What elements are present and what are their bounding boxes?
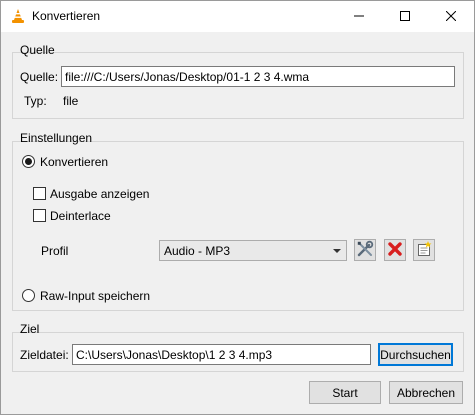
deinterlace-label[interactable]: Deinterlace xyxy=(50,209,111,223)
profile-select-value: Audio - MP3 xyxy=(164,244,231,258)
close-icon xyxy=(445,10,457,24)
destination-file-input[interactable]: C:\Users\Jonas\Desktop\1 2 3 4.mp3 xyxy=(72,344,371,365)
raw-input-label[interactable]: Raw-Input speichern xyxy=(40,289,150,303)
chevron-down-icon xyxy=(333,249,341,253)
delete-profile-button[interactable] xyxy=(384,239,406,261)
wrench-screwdriver-icon xyxy=(356,240,374,261)
title-bar: Konvertieren xyxy=(1,1,474,32)
convert-radio[interactable] xyxy=(22,155,35,168)
browse-button[interactable]: Durchsuchen xyxy=(378,343,453,366)
show-output-label[interactable]: Ausgabe anzeigen xyxy=(50,187,149,201)
minimize-button[interactable] xyxy=(336,1,382,32)
vlc-cone-icon xyxy=(10,8,26,24)
minimize-icon xyxy=(354,10,364,24)
maximize-icon xyxy=(400,10,410,24)
source-group-title: Quelle xyxy=(20,43,55,57)
destination-group-title: Ziel xyxy=(20,322,40,336)
profile-label: Profil xyxy=(41,244,69,258)
destination-file-label: Zieldatei: xyxy=(20,348,69,362)
raw-input-radio[interactable] xyxy=(22,289,35,302)
settings-group-title: Einstellungen xyxy=(20,131,93,145)
source-label: Quelle: xyxy=(20,70,59,84)
convert-dialog: Konvertieren Quelle Quelle: file:///C:/U… xyxy=(0,0,475,415)
source-input[interactable]: file:///C:/Users/Jonas/Desktop/01-1 2 3 … xyxy=(61,66,455,87)
new-document-icon xyxy=(416,240,432,260)
delete-red-x-icon xyxy=(387,241,403,260)
profile-select[interactable]: Audio - MP3 xyxy=(159,240,347,261)
convert-radio-label[interactable]: Konvertieren xyxy=(40,155,108,169)
type-value: file xyxy=(63,94,79,108)
new-profile-button[interactable] xyxy=(413,239,435,261)
window-title: Konvertieren xyxy=(32,9,101,23)
type-label: Typ: xyxy=(24,94,47,108)
deinterlace-checkbox[interactable] xyxy=(33,209,46,222)
close-button[interactable] xyxy=(428,1,474,32)
maximize-button[interactable] xyxy=(382,1,428,32)
start-button[interactable]: Start xyxy=(309,381,381,404)
show-output-checkbox[interactable] xyxy=(33,187,46,200)
edit-profile-button[interactable] xyxy=(354,239,376,261)
cancel-button[interactable]: Abbrechen xyxy=(389,381,463,404)
